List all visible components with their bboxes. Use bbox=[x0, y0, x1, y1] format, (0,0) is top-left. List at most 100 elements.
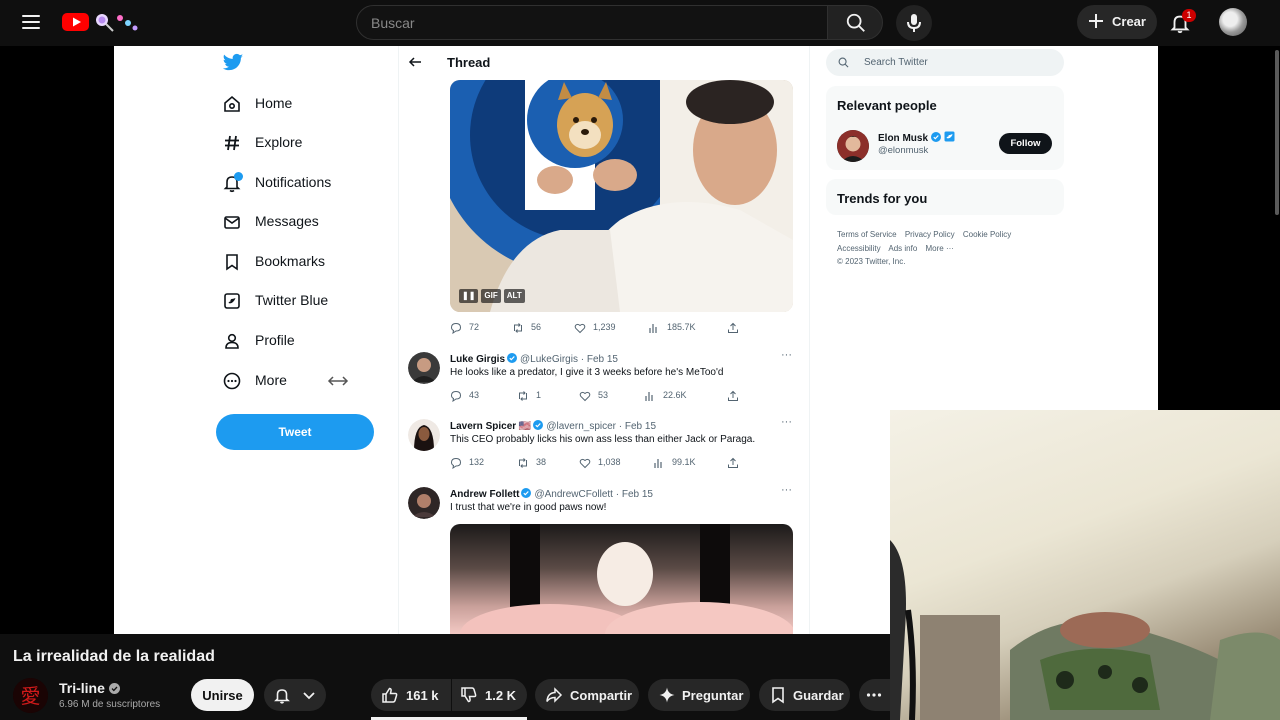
avatar[interactable] bbox=[408, 352, 440, 384]
person-name-row: Elon Musk bbox=[878, 131, 955, 144]
create-button[interactable]: Crear bbox=[1077, 5, 1157, 39]
twitter-blue-icon bbox=[224, 293, 240, 309]
tweet-actions: 72 56 1,239 185.7K bbox=[450, 321, 750, 335]
search-box bbox=[356, 5, 828, 40]
save-button[interactable]: Guardar bbox=[759, 679, 850, 711]
ask-button[interactable]: Preguntar bbox=[648, 679, 750, 711]
reply-tweet[interactable]: Luke Girgis @LukeGirgis · Feb 15 ··· He l… bbox=[408, 349, 798, 412]
reply-tweet[interactable]: Lavern Spicer 🇺🇸 @lavern_spicer · Feb 15 … bbox=[408, 416, 798, 479]
account-avatar[interactable] bbox=[1219, 8, 1247, 36]
microphone-icon bbox=[907, 14, 921, 32]
doge-elon-image bbox=[450, 80, 793, 312]
retweet-count: 38 bbox=[536, 457, 547, 467]
search-input[interactable] bbox=[371, 14, 801, 32]
webcam-overlay bbox=[890, 410, 1280, 720]
like-count: 1,038 bbox=[598, 457, 621, 467]
chevron-down-icon bbox=[303, 692, 315, 700]
retweet-count: 56 bbox=[531, 322, 542, 332]
footer-link[interactable]: Ads info bbox=[888, 244, 917, 253]
trends-panel: Trends for you bbox=[826, 179, 1064, 215]
svg-text:愛: 愛 bbox=[21, 684, 41, 708]
avatar[interactable] bbox=[408, 419, 440, 451]
reply-text: He looks like a predator, I give it 3 we… bbox=[450, 367, 724, 378]
more-options-icon[interactable]: ··· bbox=[781, 416, 792, 428]
share-button[interactable] bbox=[727, 456, 741, 470]
verified-channel-icon bbox=[108, 683, 120, 694]
menu-icon[interactable] bbox=[20, 11, 42, 33]
author-handle: @AndrewCFollett · Feb 15 bbox=[534, 489, 653, 500]
author-handle: @LukeGirgis · Feb 15 bbox=[520, 354, 618, 365]
hashtag-icon bbox=[225, 135, 239, 151]
pause-icon[interactable]: ❚❚ bbox=[459, 289, 479, 303]
channel-avatar[interactable]: 愛 bbox=[13, 678, 48, 713]
share-label: Compartir bbox=[570, 688, 633, 703]
join-button[interactable]: Unirse bbox=[191, 679, 254, 711]
reply-icon bbox=[450, 322, 462, 334]
footer-link[interactable]: Cookie Policy bbox=[963, 230, 1011, 239]
channel-name[interactable]: Tri-line bbox=[59, 680, 105, 696]
voice-search-button[interactable] bbox=[896, 5, 932, 41]
share-button[interactable] bbox=[727, 321, 741, 335]
more-actions-button[interactable] bbox=[859, 679, 890, 711]
video-title: La irrealidad de la realidad bbox=[13, 648, 215, 665]
twitter-search-box[interactable] bbox=[826, 49, 1064, 76]
dislike-button[interactable]: 1.2 K bbox=[452, 679, 527, 711]
dislike-count: 1.2 K bbox=[485, 688, 517, 703]
alt-badge[interactable]: ALT bbox=[503, 289, 525, 303]
nav-label: Notifications bbox=[255, 174, 332, 190]
search-icon bbox=[838, 57, 849, 68]
footer-link[interactable]: Terms of Service bbox=[837, 230, 897, 239]
verified-badge-icon bbox=[507, 353, 518, 363]
share-arrow-icon bbox=[546, 687, 563, 703]
avatar[interactable] bbox=[837, 130, 869, 162]
nav-label: Explore bbox=[255, 134, 303, 150]
notification-dot bbox=[234, 172, 243, 181]
more-horizontal-icon bbox=[866, 693, 882, 697]
tweet-button[interactable]: Tweet bbox=[216, 414, 374, 450]
page-scrollbar[interactable] bbox=[1275, 50, 1279, 215]
reply-media[interactable] bbox=[450, 524, 793, 634]
like-button[interactable]: 161 k bbox=[371, 679, 451, 711]
nav-label: More bbox=[255, 372, 287, 388]
notification-count-badge: 1 bbox=[1182, 9, 1196, 22]
bar-chart-icon bbox=[645, 392, 653, 401]
person-name[interactable]: Elon Musk bbox=[878, 133, 928, 144]
reply-media-image bbox=[460, 524, 793, 634]
more-options-icon[interactable]: ··· bbox=[781, 484, 792, 496]
bell-icon bbox=[274, 689, 290, 704]
thumbs-down-icon bbox=[461, 687, 477, 703]
retweet-icon bbox=[514, 323, 522, 333]
sparkle-icon bbox=[659, 687, 675, 703]
search-button[interactable] bbox=[827, 5, 883, 40]
column-divider bbox=[398, 46, 399, 634]
subscription-bell-button[interactable] bbox=[264, 679, 326, 711]
avatar[interactable] bbox=[408, 487, 440, 519]
view-count: 22.6K bbox=[663, 390, 687, 400]
more-options-icon[interactable]: ··· bbox=[781, 349, 792, 361]
footer-link[interactable]: Privacy Policy bbox=[905, 230, 955, 239]
person-icon bbox=[225, 333, 239, 349]
author-name[interactable]: Andrew Follett bbox=[450, 489, 519, 500]
create-label: Crear bbox=[1112, 14, 1146, 29]
heart-icon bbox=[574, 323, 586, 334]
back-arrow-icon[interactable] bbox=[407, 54, 423, 70]
reply-author: Andrew Follett @AndrewCFollett · Feb 15 bbox=[450, 488, 653, 500]
follow-button[interactable]: Follow bbox=[999, 133, 1052, 154]
youtube-logo[interactable] bbox=[62, 11, 142, 33]
author-name[interactable]: Lavern Spicer 🇺🇸 bbox=[450, 421, 531, 432]
subscriber-count: 6.96 M de suscriptores bbox=[59, 699, 161, 710]
view-count: 99.1K bbox=[672, 457, 696, 467]
share-button[interactable] bbox=[727, 389, 741, 403]
twitter-search-input[interactable] bbox=[864, 56, 1044, 69]
reply-actions: 43 1 53 22.6K bbox=[450, 389, 750, 403]
media-badges: ❚❚ GIF ALT bbox=[459, 289, 525, 303]
footer-link[interactable]: More ··· bbox=[926, 244, 954, 253]
author-name[interactable]: Luke Girgis bbox=[450, 354, 505, 365]
retweet-icon bbox=[519, 458, 527, 468]
tweet-media-gif[interactable]: ❚❚ GIF ALT bbox=[450, 80, 793, 312]
share-button[interactable]: Compartir bbox=[535, 679, 639, 711]
twitter-logo-icon[interactable] bbox=[222, 53, 244, 73]
like-count: 53 bbox=[598, 390, 609, 400]
footer-link[interactable]: Accessibility bbox=[837, 244, 881, 253]
retweet-count: 1 bbox=[536, 390, 542, 400]
